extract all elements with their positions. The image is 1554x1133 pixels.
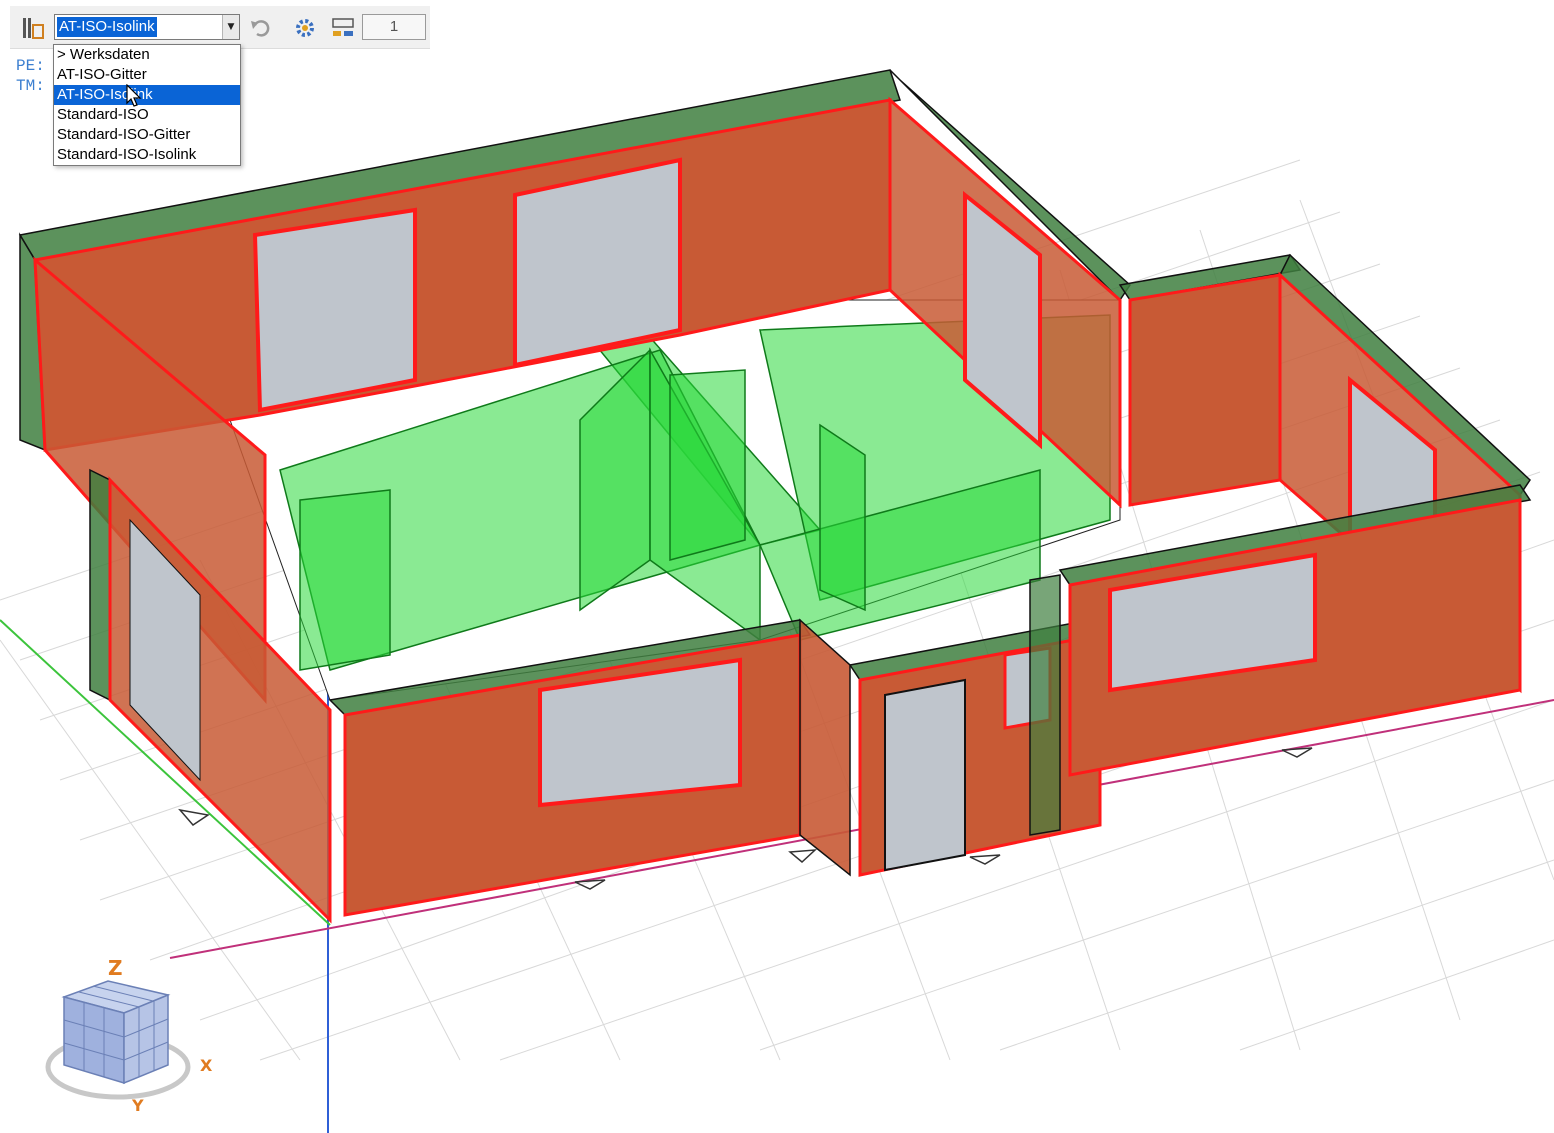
dropdown-option-standard-iso-isolink[interactable]: Standard-ISO-Isolink <box>54 145 240 165</box>
profile-dropdown-list[interactable]: > Werksdaten AT-ISO-Gitter AT-ISO-Isolin… <box>53 44 241 166</box>
layer-icon[interactable] <box>330 15 356 41</box>
profile-select[interactable]: AT-ISO-Isolink ▼ <box>54 14 240 40</box>
top-toolbar: AT-ISO-Isolink ▼ 1 <box>10 6 430 49</box>
dropdown-option-standard-iso[interactable]: Standard-ISO <box>54 105 240 125</box>
tm-label: TM: <box>16 77 45 95</box>
pe-label: PE: <box>16 57 45 75</box>
dropdown-option-at-iso-isolink[interactable]: AT-ISO-Isolink <box>54 85 240 105</box>
axis-x-label: X <box>200 1056 213 1075</box>
dropdown-option-standard-iso-gitter[interactable]: Standard-ISO-Gitter <box>54 125 240 145</box>
axis-y-label: Y <box>131 1096 144 1115</box>
structure-icon[interactable] <box>20 15 46 41</box>
count-field[interactable]: 1 <box>362 14 426 40</box>
undo-icon[interactable] <box>248 15 274 41</box>
chevron-down-icon[interactable]: ▼ <box>222 15 239 39</box>
dropdown-option-werksdaten[interactable]: > Werksdaten <box>54 45 240 65</box>
mouse-cursor-icon <box>126 84 142 108</box>
3d-viewport[interactable] <box>0 0 1554 1133</box>
axis-z-label: Z <box>108 956 123 980</box>
settings-gear-icon[interactable] <box>292 15 318 41</box>
profile-select-value: AT-ISO-Isolink <box>57 17 157 37</box>
navigation-cube[interactable]: Z X Y <box>40 955 230 1120</box>
dropdown-option-at-iso-gitter[interactable]: AT-ISO-Gitter <box>54 65 240 85</box>
